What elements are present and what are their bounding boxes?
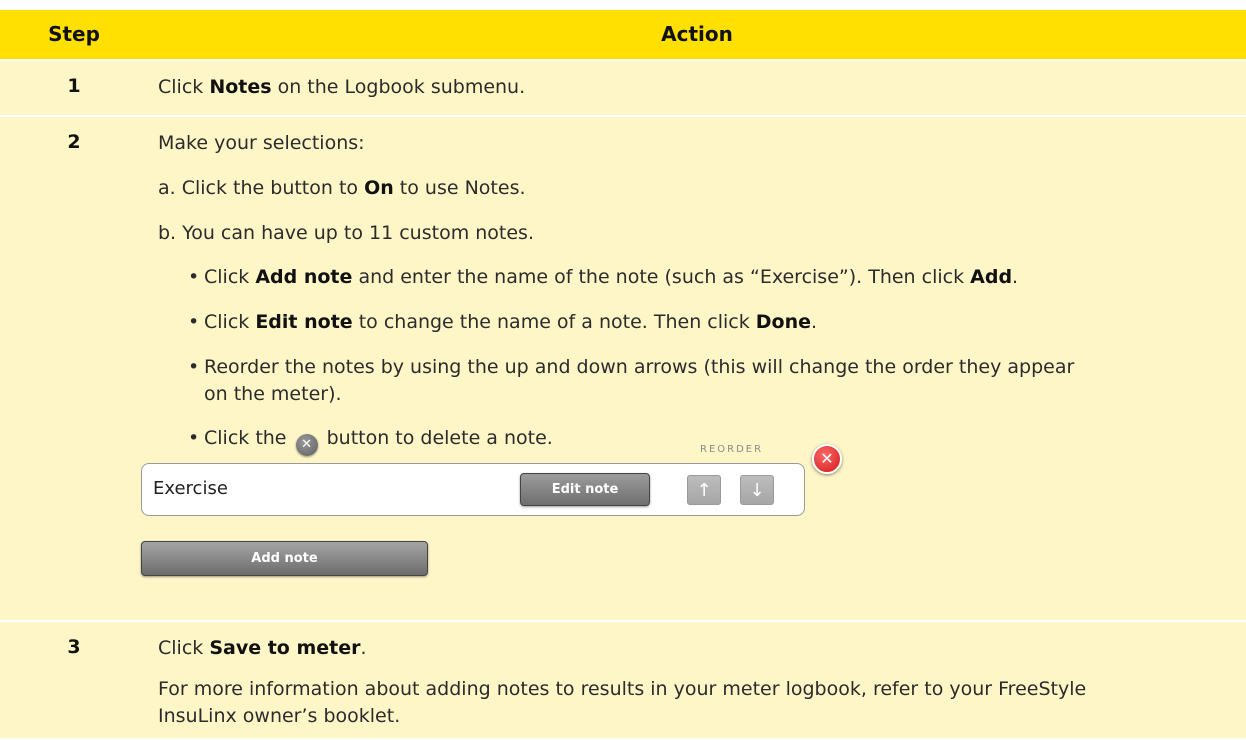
bullet-dot: • xyxy=(188,266,200,288)
bullet-text: Reorder the notes by using the up and do… xyxy=(204,356,1075,378)
bullet-text: Click the ✕ button to delete a note. xyxy=(204,425,553,456)
note-name: Exercise xyxy=(153,478,228,499)
bullet-text: Click Edit note to change the name of a … xyxy=(204,311,818,333)
add-note-button[interactable]: Add note xyxy=(141,541,428,576)
bullet-text-cont: on the meter). xyxy=(204,383,342,405)
step-number: 3 xyxy=(67,636,81,658)
action-intro: Make your selections: xyxy=(158,132,365,154)
step-number: 1 xyxy=(67,75,81,97)
action-text: Click Save to meter. xyxy=(158,637,367,659)
edit-note-button[interactable]: Edit note xyxy=(520,473,650,506)
bullet-text: Click Add note and enter the name of the… xyxy=(204,266,1019,288)
table-row: 1 Click Notes on the Logbook submenu. xyxy=(0,61,1246,115)
steps-table: Step Action 1 Click Notes on the Logbook… xyxy=(0,0,1246,740)
action-line-b: b. You can have up to 11 custom notes. xyxy=(158,222,534,244)
bullet-dot: • xyxy=(188,311,200,333)
header-action: Action xyxy=(661,22,733,46)
arrow-down-icon[interactable]: ↓ xyxy=(740,475,774,505)
action-text: Click Notes on the Logbook submenu. xyxy=(158,76,526,98)
table-row: 3 Click Save to meter. For more informat… xyxy=(0,622,1246,738)
arrow-up-icon[interactable]: ↑ xyxy=(687,475,721,505)
bullet-dot: • xyxy=(188,356,200,378)
reorder-label: REORDER xyxy=(700,444,764,455)
note-row: Exercise Edit note ↑ ↓ xyxy=(141,463,805,516)
step-number: 2 xyxy=(67,131,81,153)
delete-circle-icon: ✕ xyxy=(295,434,318,456)
delete-note-button[interactable]: ✕ xyxy=(812,444,842,474)
action-text: For more information about adding notes … xyxy=(158,678,1087,700)
header-step: Step xyxy=(48,22,100,46)
action-line-a: a. Click the button to On to use Notes. xyxy=(158,177,526,199)
action-text-cont: InsuLinx owner’s booklet. xyxy=(158,705,401,727)
table-header: Step Action xyxy=(0,10,1246,59)
bullet-dot: • xyxy=(188,427,200,449)
